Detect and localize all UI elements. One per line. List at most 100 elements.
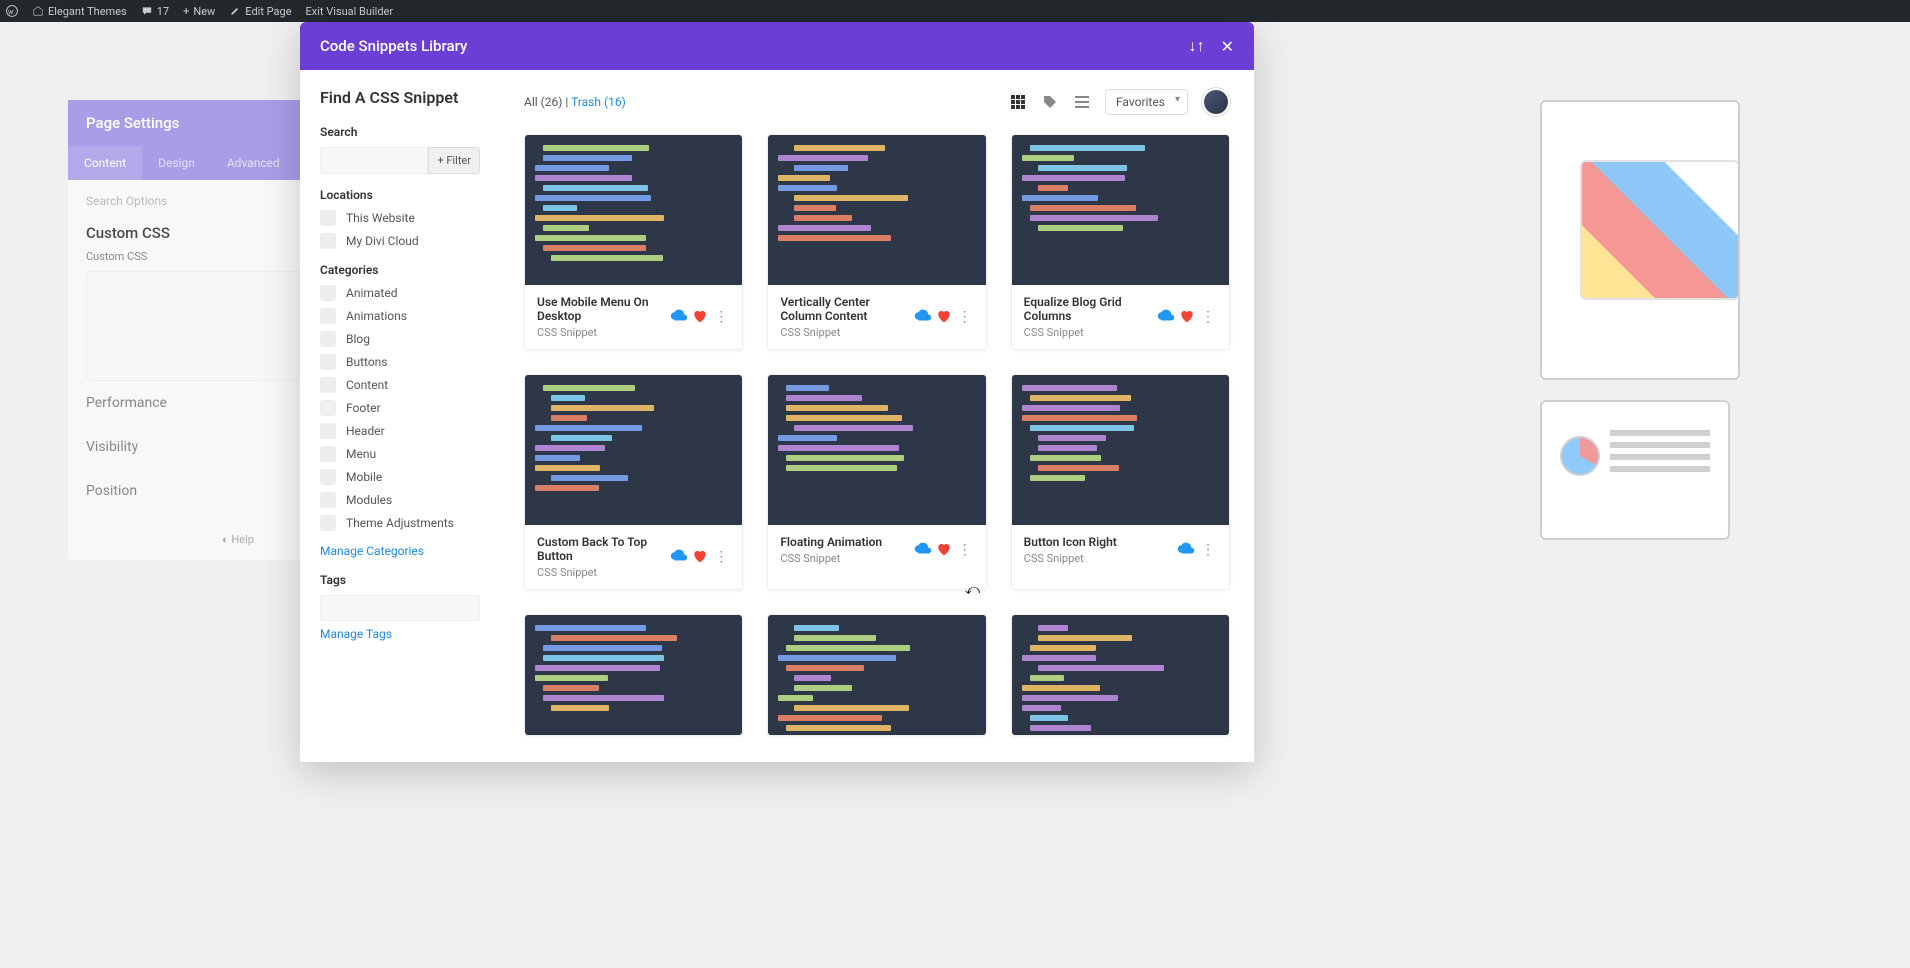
modal-title: Code Snippets Library [320,37,467,55]
manage-categories-link[interactable]: Manage Categories [320,544,424,558]
cloud-icon[interactable] [914,541,932,560]
snippet-card[interactable]: Vertically Center Column Content CSS Snip… [767,134,986,350]
cloud-icon[interactable] [914,308,932,327]
search-label: Search [320,125,480,139]
category-content[interactable]: Content [320,377,480,393]
wp-admin-bar: Elegant Themes 17 +New Edit Page Exit Vi… [0,0,1910,22]
heart-icon[interactable] [692,548,708,567]
code-preview [1012,615,1229,735]
tags-input[interactable] [320,595,480,621]
checkbox-icon [320,233,336,249]
snippet-card[interactable] [524,614,743,736]
code-preview [768,615,985,735]
snippet-type: CSS Snippet [537,326,670,339]
location-1[interactable]: My Divi Cloud [320,233,480,249]
wp-logo[interactable] [6,5,18,17]
wp-new[interactable]: +New [183,5,215,18]
snippet-type: CSS Snippet [780,552,882,565]
checkbox-icon [320,377,336,393]
close-icon[interactable]: ✕ [1221,37,1234,56]
user-avatar[interactable] [1202,88,1230,116]
cloud-icon[interactable] [1157,308,1175,327]
category-footer[interactable]: Footer [320,400,480,416]
tag-view-icon[interactable] [1041,93,1059,111]
snippet-title: Use Mobile Menu On Desktop [537,295,670,323]
checkbox-icon [320,210,336,226]
tab-content[interactable]: Content [68,146,142,180]
snippet-card[interactable] [767,614,986,736]
more-icon[interactable]: ⋮ [712,549,730,565]
wp-site-link[interactable]: Elegant Themes [32,5,127,18]
wp-new-label: New [193,5,215,18]
heart-icon[interactable] [936,308,952,327]
cloud-icon[interactable] [670,548,688,567]
snippet-card[interactable] [1011,614,1230,736]
locations-label: Locations [320,188,480,202]
grid-view-icon[interactable] [1009,93,1027,111]
code-preview [768,135,985,285]
sort-select[interactable]: Favorites [1105,89,1188,115]
checkbox-icon [320,400,336,416]
code-preview [525,375,742,525]
category-modules[interactable]: Modules [320,492,480,508]
category-menu[interactable]: Menu [320,446,480,462]
wp-site-name: Elegant Themes [48,5,127,18]
tags-label: Tags [320,573,480,587]
category-animations[interactable]: Animations [320,308,480,324]
count-trash-link[interactable]: Trash (16) [571,95,626,109]
tab-design[interactable]: Design [142,146,211,180]
snippet-card[interactable]: Use Mobile Menu On Desktop CSS Snippet ⋮ [524,134,743,350]
code-preview [525,135,742,285]
count-all[interactable]: All (26) [524,95,562,109]
manage-tags-link[interactable]: Manage Tags [320,627,392,641]
more-icon[interactable]: ⋮ [712,309,730,325]
heart-icon[interactable] [936,541,952,560]
checkbox-icon [320,469,336,485]
more-icon[interactable]: ⋮ [1199,542,1217,558]
cloud-icon[interactable] [670,308,688,327]
snippet-card[interactable]: Custom Back To Top ButtonCSS Snippet⋮ [524,374,743,590]
modal-header: Code Snippets Library ↓↑ ✕ [300,22,1254,70]
category-header[interactable]: Header [320,423,480,439]
snippet-card[interactable]: Button Icon Right CSS Snippet ⋮ [1011,374,1230,590]
category-animated[interactable]: Animated [320,285,480,301]
snippet-type: CSS Snippet [1024,552,1117,565]
filters-sidebar: Find A CSS Snippet Search + Filter Locat… [300,70,500,762]
more-icon[interactable]: ⋮ [956,309,974,325]
category-mobile[interactable]: Mobile [320,469,480,485]
categories-label: Categories [320,263,480,277]
find-heading: Find A CSS Snippet [320,88,480,107]
snippet-title: Button Icon Right [1024,535,1117,549]
snippet-card[interactable]: Equalize Blog Grid ColumnsCSS Snippet⋮ [1011,134,1230,350]
cloud-icon[interactable] [1177,541,1195,560]
sort-icon[interactable]: ↓↑ [1189,36,1205,56]
snippet-type: CSS Snippet [780,326,913,339]
heart-icon[interactable] [1179,308,1195,327]
category-buttons[interactable]: Buttons [320,354,480,370]
location-0[interactable]: This Website [320,210,480,226]
checkbox-icon [320,492,336,508]
more-icon[interactable]: ⋮ [956,542,974,558]
checkbox-icon [320,515,336,531]
wp-comments[interactable]: 17 [141,5,169,18]
snippet-counts: All (26) | Trash (16) [524,95,626,109]
heart-icon[interactable] [692,308,708,327]
search-input[interactable] [320,147,428,174]
snippet-title: Floating Animation [780,535,882,549]
filter-button[interactable]: + Filter [428,147,480,174]
list-view-icon[interactable] [1073,93,1091,111]
tab-advanced[interactable]: Advanced [211,146,296,180]
category-blog[interactable]: Blog [320,331,480,347]
category-theme-adjustments[interactable]: Theme Adjustments [320,515,480,531]
more-icon[interactable]: ⋮ [1199,309,1217,325]
checkbox-icon [320,354,336,370]
wp-edit-page[interactable]: Edit Page [229,5,291,18]
snippet-card[interactable]: Floating Animation CSS Snippet ⋮ [767,374,986,590]
snippet-title: Vertically Center Column Content [780,295,913,323]
checkbox-icon [320,331,336,347]
snippets-modal: Code Snippets Library ↓↑ ✕ Find A CSS Sn… [300,22,1254,762]
snippets-grid-area: All (26) | Trash (16) Favorites Use Mobi… [500,70,1254,762]
snippet-type: CSS Snippet [1024,326,1157,339]
wp-comment-count: 17 [157,5,169,18]
wp-exit-builder[interactable]: Exit Visual Builder [306,5,394,18]
